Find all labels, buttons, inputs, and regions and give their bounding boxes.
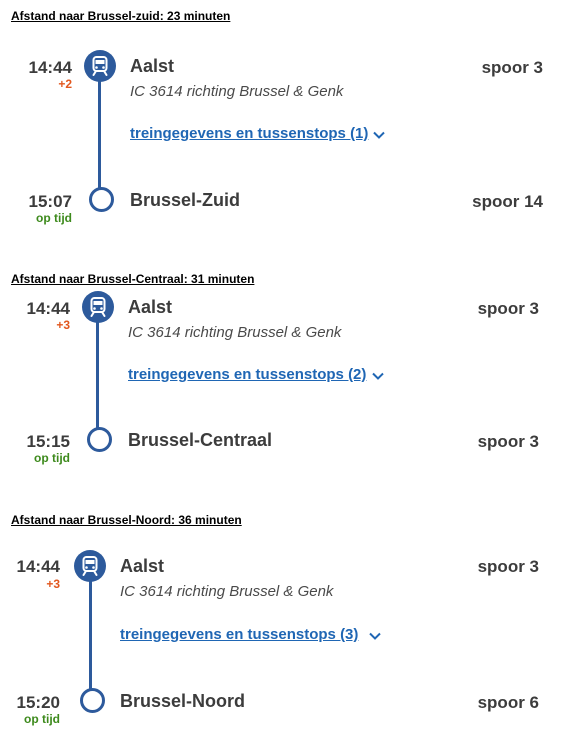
arrival-status: op tijd — [24, 712, 60, 726]
chevron-down-icon[interactable] — [368, 631, 382, 641]
arrival-platform: spoor 14 — [472, 192, 543, 211]
route-line — [98, 80, 101, 190]
train-icon — [82, 291, 114, 323]
arrival-station: Brussel-Noord — [120, 691, 246, 711]
train-details-link[interactable]: treingegevens en tussenstops (3) — [120, 626, 358, 643]
arrival-time: 15:20 — [16, 693, 60, 712]
departure-delay: +2 — [58, 77, 72, 91]
route-line — [89, 581, 92, 689]
arrival-station: Brussel-Zuid — [130, 190, 241, 210]
train-icon — [84, 50, 116, 82]
departure-station: Aalst — [128, 297, 173, 317]
train-description: IC 3614 richting Brussel & Genk — [128, 324, 342, 341]
train-icon — [74, 550, 106, 582]
arrival-status: op tijd — [36, 211, 72, 225]
departure-station: Aalst — [120, 556, 165, 576]
departure-time: 14:44 — [26, 299, 70, 318]
arrival-platform: spoor 3 — [477, 432, 539, 451]
arrival-status: op tijd — [34, 451, 70, 465]
train-description: IC 3614 richting Brussel & Genk — [120, 583, 334, 600]
circle-stop-icon — [89, 187, 114, 212]
route-line — [96, 321, 99, 429]
route-header: Afstand naar Brussel-Centraal: 31 minute… — [11, 272, 255, 286]
departure-platform: spoor 3 — [477, 299, 539, 318]
departure-platform: spoor 3 — [477, 557, 539, 576]
departure-time: 14:44 — [28, 58, 72, 77]
chevron-down-icon[interactable] — [371, 371, 385, 381]
train-description: IC 3614 richting Brussel & Genk — [130, 83, 344, 100]
departure-time: 14:44 — [16, 557, 60, 576]
route-header: Afstand naar Brussel-Noord: 36 minuten — [11, 513, 242, 527]
train-details-link[interactable]: treingegevens en tussenstops (1) — [130, 125, 368, 142]
circle-stop-icon — [80, 688, 105, 713]
arrival-platform: spoor 6 — [477, 693, 539, 712]
departure-station: Aalst — [130, 56, 175, 76]
arrival-time: 15:07 — [28, 192, 72, 211]
circle-stop-icon — [87, 427, 112, 452]
arrival-station: Brussel-Centraal — [128, 430, 273, 450]
chevron-down-icon[interactable] — [372, 130, 386, 140]
route-header: Afstand naar Brussel-zuid: 23 minuten — [11, 9, 231, 23]
arrival-time: 15:15 — [26, 432, 70, 451]
departure-platform: spoor 3 — [481, 58, 543, 77]
train-details-link[interactable]: treingegevens en tussenstops (2) — [128, 366, 366, 383]
departure-delay: +3 — [56, 318, 70, 332]
departure-delay: +3 — [46, 577, 60, 591]
